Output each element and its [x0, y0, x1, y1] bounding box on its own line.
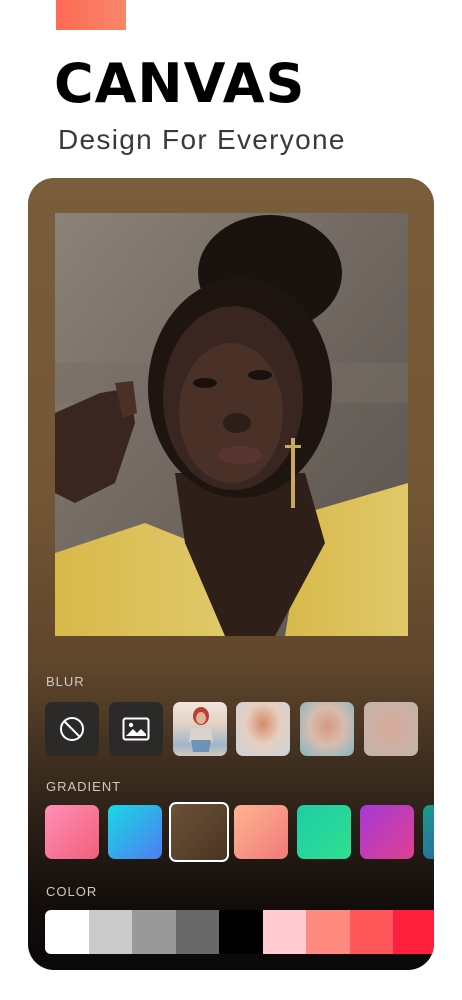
color-swatch-white[interactable] [45, 910, 89, 954]
portrait-photo[interactable] [55, 213, 408, 636]
color-swatch-gray[interactable] [132, 910, 176, 954]
gradient-swatch-peach[interactable] [234, 805, 288, 859]
gradient-swatch-purple[interactable] [360, 805, 414, 859]
color-swatch-light-pink[interactable] [262, 910, 306, 954]
no-blur-icon [60, 717, 84, 741]
color-swatch-dark-gray[interactable] [175, 910, 219, 954]
gradient-swatch-green[interactable] [297, 805, 351, 859]
color-swatch-red[interactable] [393, 910, 434, 954]
phone-mockup: BLUR GRADIENT COLOR [28, 178, 434, 970]
no-blur-option[interactable] [45, 702, 99, 756]
color-swatch-light-gray[interactable] [88, 910, 132, 954]
portrait-illustration [55, 213, 408, 636]
blur-thumbnail-1[interactable] [173, 702, 227, 756]
color-swatch-salmon[interactable] [306, 910, 350, 954]
app-subtitle: Design For Everyone [58, 124, 346, 155]
blur-thumbnail-4[interactable] [364, 702, 418, 756]
gradient-swatch-teal[interactable] [423, 805, 434, 859]
image-icon [122, 717, 150, 741]
color-swatch-coral-red[interactable] [349, 910, 393, 954]
color-swatch-strip [45, 910, 434, 954]
blur-label: BLUR [46, 674, 85, 689]
color-swatch-black[interactable] [219, 910, 263, 954]
gradient-swatch-cyan-blue[interactable] [108, 805, 162, 859]
app-title: CANVAS [54, 52, 306, 115]
image-blur-option[interactable] [109, 702, 163, 756]
accent-bar [56, 0, 126, 30]
gradient-swatch-pink[interactable] [45, 805, 99, 859]
gradient-label: GRADIENT [46, 779, 122, 794]
blur-thumbnail-2[interactable] [236, 702, 290, 756]
gradient-swatch-brown-selected[interactable] [169, 802, 229, 862]
portrait-thumbnail [189, 707, 213, 752]
color-label: COLOR [46, 884, 98, 899]
blur-thumbnail-3[interactable] [300, 702, 354, 756]
